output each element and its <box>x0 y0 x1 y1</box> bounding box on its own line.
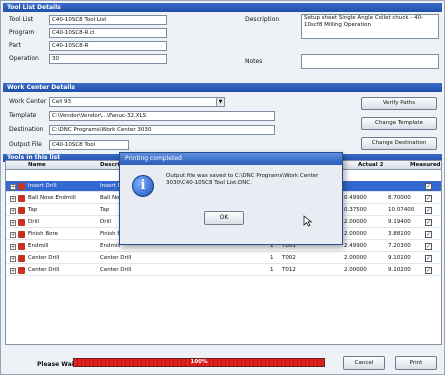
cell-value-1: 2.00000 <box>344 255 367 261</box>
progress-bar: 100% <box>73 358 325 367</box>
cell-value-2: 9.10200 <box>388 267 411 273</box>
info-icon: i <box>132 175 154 197</box>
expand-icon[interactable]: + <box>10 196 16 202</box>
expand-icon[interactable]: + <box>10 256 16 262</box>
operation-label: Operation <box>9 55 39 62</box>
cell-value-1: 0.37500 <box>344 207 367 213</box>
cell-description: Drill <box>100 219 112 225</box>
tool-icon <box>18 207 25 214</box>
dialog-title: Printing completed <box>120 153 342 165</box>
dialog-message: Output file was saved to C:\DNC Programs… <box>166 173 319 186</box>
cell-value-1: 2.00000 <box>344 231 367 237</box>
tool-list-label: Tool List <box>9 16 34 23</box>
tool-icon <box>18 183 25 190</box>
column-name[interactable]: Name <box>28 161 46 170</box>
cell-name: Tap <box>28 207 38 213</box>
expand-icon[interactable]: + <box>10 232 16 238</box>
work-center-details-header: Work Center Details <box>3 83 442 92</box>
cell-value-1: 0.49900 <box>344 195 367 201</box>
cell-description: Tap <box>100 207 110 213</box>
output-file-field[interactable]: C40-10SC8 Tool <box>49 140 129 150</box>
tool-list-details-header: Tool List Details <box>3 3 442 12</box>
measured-checkbox[interactable]: ✓ <box>425 231 432 238</box>
cell-description: Center Drill <box>100 255 132 261</box>
measured-checkbox[interactable]: ✓ <box>425 219 432 226</box>
chevron-down-icon[interactable]: ▼ <box>216 98 224 106</box>
work-center-select[interactable]: Cell 93 ▼ <box>49 97 225 107</box>
change-template-button[interactable]: Change Template <box>361 117 437 130</box>
cancel-button[interactable]: Cancel <box>343 356 385 370</box>
table-row[interactable]: + Center Drill Center Drill 1 T002 2.00000 9.1… <box>6 253 441 264</box>
destination-label: Destination <box>9 126 44 133</box>
cell-name: Drill <box>28 219 40 225</box>
tool-list-window: Tool List Details Tool List C40-10SC8 To… <box>0 0 445 375</box>
cell-name: Center Drill <box>28 255 60 261</box>
cell-value-2: 9.10100 <box>388 255 411 261</box>
verify-paths-button[interactable]: Verify Paths <box>361 97 437 110</box>
template-label: Template <box>9 112 37 119</box>
ok-button[interactable]: OK <box>204 211 244 225</box>
tool-icon <box>18 255 25 262</box>
measured-checkbox[interactable]: ✓ <box>425 207 432 214</box>
part-label: Part <box>9 42 21 49</box>
measured-checkbox[interactable]: ✓ <box>425 243 432 250</box>
measured-checkbox[interactable]: ✓ <box>425 195 432 202</box>
measured-checkbox[interactable]: ✓ <box>425 255 432 262</box>
expand-icon[interactable]: + <box>10 208 16 214</box>
cell-value-2: 3.88100 <box>388 231 411 237</box>
cell-name: Finish Bore <box>28 231 59 237</box>
print-button[interactable]: Print <box>395 356 437 370</box>
notes-field[interactable] <box>301 54 439 69</box>
tool-icon <box>18 267 25 274</box>
tool-icon <box>18 243 25 250</box>
cell-value-2: 7.20300 <box>388 243 411 249</box>
tool-icon <box>18 195 25 202</box>
program-label: Program <box>9 29 35 36</box>
progress-percent-label: 100% <box>190 359 208 365</box>
work-center-value: Cell 93 <box>52 99 72 105</box>
change-destination-button[interactable]: Change Destination <box>361 137 437 150</box>
cell-name: Insert Drill <box>28 183 57 189</box>
cell-value-1: 2.00000 <box>344 267 367 273</box>
tool-list-field[interactable]: C40-10SC8 Tool List <box>49 15 167 25</box>
cell-name: Ball Nose Endmill <box>28 195 76 201</box>
cell-value-2: 8.70000 <box>388 195 411 201</box>
program-field[interactable]: C40-10SC8-R.cl <box>49 28 167 38</box>
cell-description: Center Drill <box>100 267 132 273</box>
cell-tool: T012 <box>282 267 296 273</box>
expand-icon[interactable]: + <box>10 220 16 226</box>
column-actual-2[interactable]: Actual 2 <box>358 161 383 170</box>
part-field[interactable]: C40-10SC8-R <box>49 41 167 51</box>
expand-icon[interactable]: + <box>10 244 16 250</box>
operation-field[interactable]: 30 <box>49 54 167 64</box>
cell-name: Center Drill <box>28 267 60 273</box>
cell-tool: T002 <box>282 255 296 261</box>
cell-value-1: 2.00000 <box>344 219 367 225</box>
notes-label: Notes <box>245 58 263 65</box>
tool-icon <box>18 231 25 238</box>
measured-checkbox[interactable]: ✓ <box>425 267 432 274</box>
work-center-label: Work Center <box>9 98 47 105</box>
cell-qty: 1 <box>270 255 274 261</box>
template-field[interactable]: C:\Vendor\Vendor\...\Fanuc-32.XLS <box>49 111 275 121</box>
measured-checkbox[interactable]: ✓ <box>425 183 432 190</box>
description-field[interactable]: Setup sheet Single Angle Collet chuck - … <box>301 14 439 39</box>
printing-completed-dialog: Printing completed i Output file was sav… <box>119 152 343 245</box>
column-measured[interactable]: Measured <box>410 161 440 170</box>
cell-name: Endmill <box>28 243 49 249</box>
cell-description: Endmill <box>100 243 121 249</box>
destination-field[interactable]: C:\DNC Programs\Work Center 3030 <box>49 125 275 135</box>
cell-value-1: 2.49900 <box>344 243 367 249</box>
tool-icon <box>18 219 25 226</box>
expand-icon[interactable]: + <box>10 268 16 274</box>
table-row[interactable]: + Center Drill Center Drill 1 T012 2.00000 9.1… <box>6 265 441 276</box>
cell-qty: 1 <box>270 267 274 273</box>
cell-value-2: 9.19400 <box>388 219 411 225</box>
output-file-label: Output File <box>9 141 42 148</box>
cell-value-2: 10.07400 <box>388 207 415 213</box>
mouse-cursor-icon <box>303 215 313 227</box>
expand-icon[interactable]: + <box>10 184 16 190</box>
description-label: Description <box>245 16 280 23</box>
